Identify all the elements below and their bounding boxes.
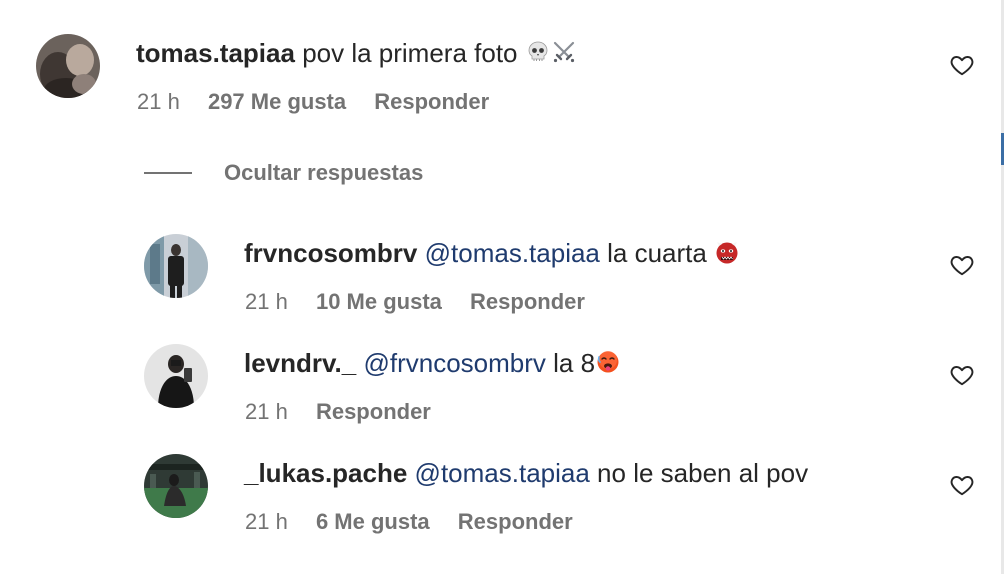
comment-meta: 21 h Responder <box>245 398 453 426</box>
avatar[interactable] <box>144 234 208 298</box>
comment-line: frvncosombrv @tomas.tapiaa la cuarta <box>244 236 740 270</box>
hot-face-icon <box>595 349 621 375</box>
mention-link[interactable]: @tomas.tapiaa <box>415 458 590 488</box>
crossed-swords-icon <box>551 39 577 65</box>
likes-count[interactable]: 10 Me gusta <box>316 289 442 314</box>
comment-line: levndrv._ @frvncosombrv la 8 <box>244 346 621 380</box>
comment-text: la cuarta <box>607 238 707 268</box>
comment-meta: 21 h 297 Me gusta Responder <box>137 88 511 116</box>
comment-line: _lukas.pache @tomas.tapiaa no le saben a… <box>244 456 808 490</box>
timestamp: 21 h <box>245 289 288 314</box>
timestamp: 21 h <box>245 399 288 424</box>
comment-text: pov la primera foto <box>302 38 518 68</box>
hide-replies-label: Ocultar respuestas <box>224 160 424 185</box>
timestamp: 21 h <box>137 89 180 114</box>
likes-count[interactable]: 297 Me gusta <box>208 89 346 114</box>
avatar[interactable] <box>144 344 208 408</box>
main-comment: tomas.tapiaa pov la primera foto 21 h 29… <box>0 0 1000 140</box>
comment-meta: 21 h 10 Me gusta Responder <box>245 288 607 316</box>
username[interactable]: frvncosombrv <box>244 238 417 268</box>
comments-thread: tomas.tapiaa pov la primera foto 21 h 29… <box>0 0 1004 574</box>
reply-button[interactable]: Responder <box>470 289 585 314</box>
avatar[interactable] <box>36 34 100 98</box>
reply-button[interactable]: Responder <box>458 509 573 534</box>
username[interactable]: levndrv._ <box>244 348 356 378</box>
username[interactable]: _lukas.pache <box>244 458 407 488</box>
comment-text: no le saben al pov <box>597 458 809 488</box>
like-heart-icon[interactable] <box>949 52 975 78</box>
likes-count[interactable]: 6 Me gusta <box>316 509 430 534</box>
divider <box>144 172 192 174</box>
avatar[interactable] <box>144 454 208 518</box>
ogre-icon <box>714 239 740 265</box>
username[interactable]: tomas.tapiaa <box>136 38 295 68</box>
like-heart-icon[interactable] <box>949 362 975 388</box>
reply-button[interactable]: Responder <box>316 399 431 424</box>
mention-link[interactable]: @tomas.tapiaa <box>425 238 600 268</box>
comment-meta: 21 h 6 Me gusta Responder <box>245 508 595 536</box>
mention-link[interactable]: @frvncosombrv <box>363 348 545 378</box>
reply-button[interactable]: Responder <box>374 89 489 114</box>
comment-line: tomas.tapiaa pov la primera foto <box>136 36 577 70</box>
like-heart-icon[interactable] <box>949 472 975 498</box>
skull-icon <box>525 39 551 65</box>
like-heart-icon[interactable] <box>949 252 975 278</box>
comment-text: la 8 <box>553 348 596 378</box>
timestamp: 21 h <box>245 509 288 534</box>
hide-replies-toggle[interactable]: Ocultar respuestas <box>144 158 423 188</box>
